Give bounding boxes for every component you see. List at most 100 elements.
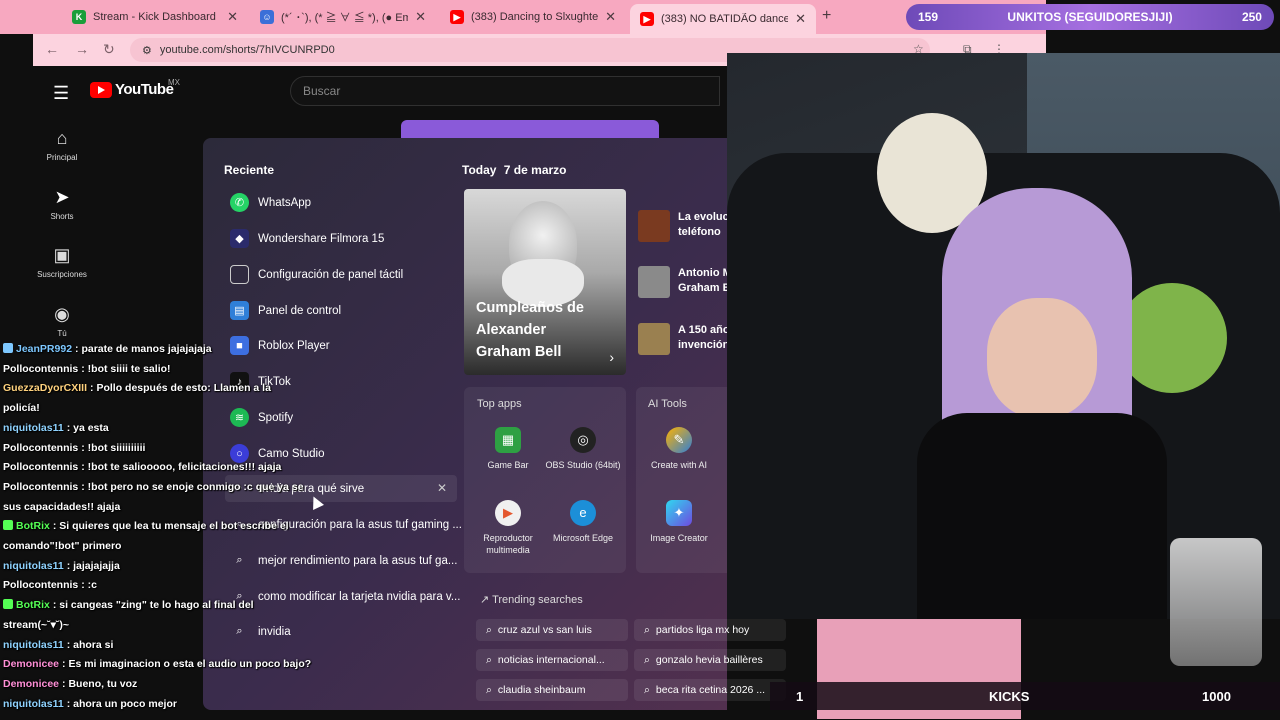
reload-icon[interactable]: ↻ bbox=[103, 41, 115, 58]
app-tile[interactable]: ✎ Create with AI bbox=[641, 427, 717, 471]
chevron-right-icon[interactable]: › bbox=[609, 349, 614, 365]
chat-message: niquitolas11: jajajajajja bbox=[3, 557, 120, 576]
remove-icon[interactable]: ✕ bbox=[437, 481, 447, 495]
close-icon[interactable]: ✕ bbox=[415, 9, 426, 25]
streamer-face bbox=[987, 298, 1097, 418]
kicks-target: 1000 bbox=[1202, 688, 1231, 704]
chat-badge-icon bbox=[3, 520, 13, 531]
recent-item[interactable]: Configuración de panel táctil bbox=[230, 265, 403, 284]
close-icon[interactable]: ✕ bbox=[227, 9, 238, 25]
close-icon[interactable]: ✕ bbox=[795, 11, 806, 27]
sidebar-label: Shorts bbox=[50, 212, 74, 221]
kicks-current: 1 bbox=[796, 688, 804, 704]
search-icon: ⌕ bbox=[644, 653, 650, 666]
kicks-goal-bar: 1 KICKS 1000 bbox=[770, 682, 1280, 710]
forward-icon[interactable]: → bbox=[75, 41, 89, 57]
ai-tools-card: AI Tools ✎ Create with AI ✦ Image Creato… bbox=[636, 387, 727, 573]
chat-overlay: JeanPR992: parate de manos jajajajaja Pol… bbox=[0, 340, 330, 720]
tab-label: Stream - Kick Dashboard bbox=[93, 11, 216, 23]
trending-chip[interactable]: ⌕ partidos liga mx hoy bbox=[634, 619, 786, 641]
chat-message: GuezzaDyorCXIII: Pollo después de esto: … bbox=[3, 379, 271, 398]
new-tab-button[interactable]: + bbox=[822, 7, 831, 25]
today-heading: Today 7 de marzo bbox=[462, 163, 567, 177]
chip-label: beca rita cetina 2026 ... bbox=[655, 684, 766, 696]
app-label: Image Creator bbox=[650, 533, 708, 543]
streamer-body bbox=[917, 413, 1167, 619]
sidebar-label: Tú bbox=[57, 329, 67, 338]
search-icon: ⌕ bbox=[486, 683, 492, 696]
news-item[interactable]: La evoluci teléfono bbox=[638, 210, 733, 242]
search-icon: ⌕ bbox=[486, 623, 492, 636]
recent-item[interactable]: ▤ Panel de control bbox=[230, 301, 341, 320]
app-label: Game Bar bbox=[487, 460, 529, 470]
app-tile[interactable]: e Microsoft Edge bbox=[545, 500, 621, 544]
chat-text: : parate de manos jajajajaja bbox=[75, 343, 212, 355]
trending-heading: ↗ Trending searches bbox=[480, 594, 583, 606]
app-label: Create with AI bbox=[650, 460, 708, 470]
youtube-play-icon bbox=[90, 81, 112, 98]
glass-image bbox=[1170, 538, 1262, 666]
touchpad-icon bbox=[230, 265, 249, 284]
app-tile[interactable]: ◎ OBS Studio (64bit) bbox=[545, 427, 621, 471]
chat-text: policía! bbox=[3, 402, 40, 415]
chat-text: : jajajajajja bbox=[66, 559, 120, 572]
chat-text: : !bot siiii te salio! bbox=[81, 362, 171, 375]
feature-card[interactable]: Cumpleaños de Alexander Graham Bell › bbox=[464, 189, 626, 375]
app-tile[interactable]: ▶ Reproductor multimedia bbox=[470, 500, 546, 556]
tab-youtube-dancing[interactable]: ▶ (383) Dancing to Slxughter - N ✕ bbox=[440, 4, 626, 30]
tab-kick[interactable]: K Stream - Kick Dashboard ✕ bbox=[62, 4, 248, 30]
sidebar-item-suscripciones[interactable]: ▣ Suscripciones bbox=[33, 245, 91, 279]
search-input[interactable]: Buscar bbox=[290, 76, 720, 106]
recent-item[interactable]: ✆ WhatsApp bbox=[230, 193, 311, 212]
close-icon[interactable]: ✕ bbox=[605, 9, 616, 25]
trending-chip[interactable]: ⌕ beca rita cetina 2026 ... bbox=[634, 679, 786, 701]
news-thumbnail bbox=[638, 210, 670, 242]
trending-chip[interactable]: ⌕ cruz azul vs san luis bbox=[476, 619, 628, 641]
edge-icon: e bbox=[570, 500, 596, 526]
app-label: Reproductor multimedia bbox=[483, 533, 533, 555]
chat-message: niquitolas11: ahora un poco mejor bbox=[3, 695, 177, 714]
chat-username: niquitolas11 bbox=[3, 559, 64, 572]
sidebar-item-tu[interactable]: ◉ Tú bbox=[33, 304, 91, 338]
tab-youtube-batidao[interactable]: ▶ (383) NO BATIDÃO dance trend ✕ bbox=[630, 4, 816, 34]
search-icon: ⌕ bbox=[486, 653, 492, 666]
app-tile[interactable]: ✦ Image Creator bbox=[641, 500, 717, 544]
webcam-feed bbox=[727, 53, 1280, 619]
trending-chip[interactable]: ⌕ gonzalo hevia baillères bbox=[634, 649, 786, 671]
tab-emoticon[interactable]: ☺ (*´ ･`), (* ≧ ∀ ≦ *), (● Emoticon ✕ bbox=[250, 4, 436, 30]
hamburger-menu-icon[interactable]: ☰ bbox=[53, 83, 69, 104]
chat-text: stream(~˘▾˘)~ bbox=[3, 618, 69, 631]
trending-chip[interactable]: ⌕ noticias internacional... bbox=[476, 649, 628, 671]
goal-current: 159 bbox=[918, 10, 939, 24]
subscriptions-icon: ▣ bbox=[53, 245, 71, 265]
back-icon[interactable]: ← bbox=[45, 41, 59, 57]
chat-username: BotRix bbox=[16, 520, 50, 533]
chat-username: Pollocontennis bbox=[3, 480, 79, 493]
chat-text: : Si quieres que lea tu mensaje el bot e… bbox=[52, 520, 289, 533]
tab-label: (*´ ･`), (* ≧ ∀ ≦ *), (● Emoticon bbox=[281, 12, 409, 24]
youtube-logo[interactable]: YouTube bbox=[90, 81, 174, 98]
chat-text: : si cangeas "zing" te lo hago al final … bbox=[52, 599, 254, 612]
trending-heading-text: Trending searches bbox=[492, 594, 583, 606]
youtube-icon: ▶ bbox=[450, 10, 464, 24]
chat-text: : !bot siiiiiiiiii bbox=[81, 441, 146, 454]
image-creator-icon: ✦ bbox=[666, 500, 692, 526]
sidebar-item-principal[interactable]: ⌂ Principal bbox=[33, 128, 91, 162]
emoticon-icon: ☺ bbox=[260, 10, 274, 24]
recent-item[interactable]: ◆ Wondershare Filmora 15 bbox=[230, 229, 384, 248]
trending-chip[interactable]: ⌕ claudia sheinbaum bbox=[476, 679, 628, 701]
create-ai-icon: ✎ bbox=[666, 427, 692, 453]
filmora-icon: ◆ bbox=[230, 229, 249, 248]
kick-icon: K bbox=[72, 10, 86, 24]
news-item[interactable]: A 150 año invención bbox=[638, 323, 733, 355]
chip-label: cruz azul vs san luis bbox=[497, 624, 592, 636]
chat-message: Pollocontennis: !bot te saliooooo, felic… bbox=[3, 458, 281, 477]
news-item[interactable]: Antonio M Graham B bbox=[638, 266, 733, 298]
site-info-icon[interactable]: ⚙ bbox=[142, 44, 152, 57]
chat-text: : ya esta bbox=[66, 421, 109, 434]
sidebar-label: Principal bbox=[46, 153, 78, 162]
sidebar-item-shorts[interactable]: ➤ Shorts bbox=[33, 187, 91, 221]
app-tile[interactable]: ▦ Game Bar bbox=[470, 427, 546, 471]
chat-username: GuezzaDyorCXIII bbox=[3, 382, 88, 395]
chat-message: Demonicee: Es mi imaginacion o esta el a… bbox=[3, 655, 311, 674]
